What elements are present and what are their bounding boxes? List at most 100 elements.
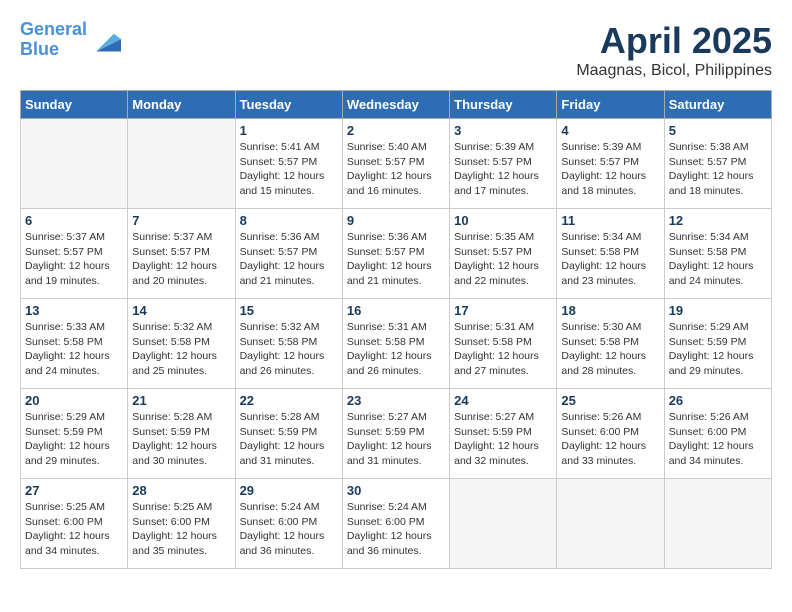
- day-info: Sunrise: 5:24 AMSunset: 6:00 PMDaylight:…: [347, 500, 445, 559]
- calendar-cell: 6Sunrise: 5:37 AMSunset: 5:57 PMDaylight…: [21, 209, 128, 299]
- day-number: 18: [561, 303, 659, 318]
- calendar-week-4: 20Sunrise: 5:29 AMSunset: 5:59 PMDayligh…: [21, 389, 772, 479]
- day-info: Sunrise: 5:32 AMSunset: 5:58 PMDaylight:…: [240, 320, 338, 379]
- day-info: Sunrise: 5:34 AMSunset: 5:58 PMDaylight:…: [561, 230, 659, 289]
- weekday-header-friday: Friday: [557, 91, 664, 119]
- day-info: Sunrise: 5:40 AMSunset: 5:57 PMDaylight:…: [347, 140, 445, 199]
- day-info: Sunrise: 5:33 AMSunset: 5:58 PMDaylight:…: [25, 320, 123, 379]
- calendar-cell: 10Sunrise: 5:35 AMSunset: 5:57 PMDayligh…: [450, 209, 557, 299]
- day-number: 5: [669, 123, 767, 138]
- weekday-header-tuesday: Tuesday: [235, 91, 342, 119]
- weekday-header-sunday: Sunday: [21, 91, 128, 119]
- day-number: 28: [132, 483, 230, 498]
- day-number: 23: [347, 393, 445, 408]
- logo-icon: [89, 26, 121, 54]
- calendar-cell: 12 Sunrise: 5:34 AMSunset: 5:58 PMDayligh…: [664, 209, 771, 299]
- day-info: Sunrise: 5:24 AMSunset: 6:00 PMDaylight:…: [240, 500, 338, 559]
- day-info: Sunrise: 5:29 AMSunset: 5:59 PMDaylight:…: [669, 320, 767, 379]
- calendar-cell: [557, 479, 664, 569]
- calendar-cell: 3Sunrise: 5:39 AMSunset: 5:57 PMDaylight…: [450, 119, 557, 209]
- calendar-cell: 7 Sunrise: 5:37 AMSunset: 5:57 PMDaylight…: [128, 209, 235, 299]
- calendar-cell: 18Sunrise: 5:30 AMSunset: 5:58 PMDayligh…: [557, 299, 664, 389]
- day-number: 14: [132, 303, 230, 318]
- day-number: 25: [561, 393, 659, 408]
- weekday-header-saturday: Saturday: [664, 91, 771, 119]
- day-info: Sunrise: 5:31 AMSunset: 5:58 PMDaylight:…: [454, 320, 552, 379]
- calendar-cell: 5Sunrise: 5:38 AMSunset: 5:57 PMDaylight…: [664, 119, 771, 209]
- day-info: Sunrise: 5:37 AMSunset: 5:57 PMDaylight:…: [132, 230, 230, 289]
- day-info: Sunrise: 5:25 AMSunset: 6:00 PMDaylight:…: [132, 500, 230, 559]
- day-number: 12: [669, 213, 767, 228]
- day-number: 8: [240, 213, 338, 228]
- calendar-cell: [128, 119, 235, 209]
- calendar-cell: 8 Sunrise: 5:36 AMSunset: 5:57 PMDaylight…: [235, 209, 342, 299]
- calendar-cell: 21 Sunrise: 5:28 AMSunset: 5:59 PMDayligh…: [128, 389, 235, 479]
- calendar-cell: 30 Sunrise: 5:24 AMSunset: 6:00 PMDayligh…: [342, 479, 449, 569]
- calendar-cell: 11 Sunrise: 5:34 AMSunset: 5:58 PMDayligh…: [557, 209, 664, 299]
- day-number: 11: [561, 213, 659, 228]
- day-number: 30: [347, 483, 445, 498]
- calendar-cell: 28 Sunrise: 5:25 AMSunset: 6:00 PMDayligh…: [128, 479, 235, 569]
- calendar-cell: 24Sunrise: 5:27 AMSunset: 5:59 PMDayligh…: [450, 389, 557, 479]
- day-number: 3: [454, 123, 552, 138]
- day-info: Sunrise: 5:26 AMSunset: 6:00 PMDaylight:…: [561, 410, 659, 469]
- day-number: 15: [240, 303, 338, 318]
- calendar-cell: 27Sunrise: 5:25 AMSunset: 6:00 PMDayligh…: [21, 479, 128, 569]
- calendar-table: SundayMondayTuesdayWednesdayThursdayFrid…: [20, 90, 772, 569]
- calendar-cell: [664, 479, 771, 569]
- logo-general: General: [20, 19, 87, 39]
- calendar-cell: 14Sunrise: 5:32 AMSunset: 5:58 PMDayligh…: [128, 299, 235, 389]
- day-number: 4: [561, 123, 659, 138]
- calendar-cell: 15 Sunrise: 5:32 AMSunset: 5:58 PMDayligh…: [235, 299, 342, 389]
- calendar-cell: 2 Sunrise: 5:40 AMSunset: 5:57 PMDaylight…: [342, 119, 449, 209]
- day-info: Sunrise: 5:36 AMSunset: 5:57 PMDaylight:…: [240, 230, 338, 289]
- calendar-cell: [21, 119, 128, 209]
- calendar-cell: 25 Sunrise: 5:26 AMSunset: 6:00 PMDayligh…: [557, 389, 664, 479]
- logo-text: General Blue: [20, 20, 87, 60]
- month-title: April 2025: [576, 20, 772, 62]
- weekday-header-wednesday: Wednesday: [342, 91, 449, 119]
- day-number: 22: [240, 393, 338, 408]
- calendar-cell: 4 Sunrise: 5:39 AMSunset: 5:57 PMDaylight…: [557, 119, 664, 209]
- day-info: Sunrise: 5:28 AMSunset: 5:59 PMDaylight:…: [132, 410, 230, 469]
- weekday-header-row: SundayMondayTuesdayWednesdayThursdayFrid…: [21, 91, 772, 119]
- title-area: April 2025 Maagnas, Bicol, Philippines: [576, 20, 772, 80]
- day-info: Sunrise: 5:25 AMSunset: 6:00 PMDaylight:…: [25, 500, 123, 559]
- day-number: 9: [347, 213, 445, 228]
- day-info: Sunrise: 5:36 AMSunset: 5:57 PMDaylight:…: [347, 230, 445, 289]
- day-info: Sunrise: 5:39 AMSunset: 5:57 PMDaylight:…: [561, 140, 659, 199]
- calendar-week-1: 1Sunrise: 5:41 AMSunset: 5:57 PMDaylight…: [21, 119, 772, 209]
- calendar-cell: 23 Sunrise: 5:27 AMSunset: 5:59 PMDayligh…: [342, 389, 449, 479]
- calendar-cell: [450, 479, 557, 569]
- weekday-header-monday: Monday: [128, 91, 235, 119]
- day-number: 29: [240, 483, 338, 498]
- day-number: 7: [132, 213, 230, 228]
- header: General Blue April 2025 Maagnas, Bicol, …: [20, 20, 772, 80]
- weekday-header-thursday: Thursday: [450, 91, 557, 119]
- day-info: Sunrise: 5:35 AMSunset: 5:57 PMDaylight:…: [454, 230, 552, 289]
- calendar-cell: 26Sunrise: 5:26 AMSunset: 6:00 PMDayligh…: [664, 389, 771, 479]
- day-number: 6: [25, 213, 123, 228]
- day-number: 13: [25, 303, 123, 318]
- calendar-week-3: 13 Sunrise: 5:33 AMSunset: 5:58 PMDayligh…: [21, 299, 772, 389]
- day-number: 16: [347, 303, 445, 318]
- calendar-cell: 19 Sunrise: 5:29 AMSunset: 5:59 PMDayligh…: [664, 299, 771, 389]
- logo: General Blue: [20, 20, 121, 60]
- day-info: Sunrise: 5:27 AMSunset: 5:59 PMDaylight:…: [347, 410, 445, 469]
- location-title: Maagnas, Bicol, Philippines: [576, 62, 772, 80]
- calendar-week-5: 27Sunrise: 5:25 AMSunset: 6:00 PMDayligh…: [21, 479, 772, 569]
- calendar-cell: 20Sunrise: 5:29 AMSunset: 5:59 PMDayligh…: [21, 389, 128, 479]
- day-info: Sunrise: 5:34 AMSunset: 5:58 PMDaylight:…: [669, 230, 767, 289]
- calendar-cell: 17 Sunrise: 5:31 AMSunset: 5:58 PMDayligh…: [450, 299, 557, 389]
- day-number: 21: [132, 393, 230, 408]
- day-number: 19: [669, 303, 767, 318]
- calendar-cell: 9 Sunrise: 5:36 AMSunset: 5:57 PMDaylight…: [342, 209, 449, 299]
- calendar-cell: 16Sunrise: 5:31 AMSunset: 5:58 PMDayligh…: [342, 299, 449, 389]
- logo-blue: Blue: [20, 39, 59, 59]
- day-info: Sunrise: 5:27 AMSunset: 5:59 PMDaylight:…: [454, 410, 552, 469]
- calendar-cell: 29 Sunrise: 5:24 AMSunset: 6:00 PMDayligh…: [235, 479, 342, 569]
- day-number: 20: [25, 393, 123, 408]
- day-number: 2: [347, 123, 445, 138]
- calendar-week-2: 6 Sunrise: 5:37 AMSunset: 5:57 PMDaylight…: [21, 209, 772, 299]
- day-number: 17: [454, 303, 552, 318]
